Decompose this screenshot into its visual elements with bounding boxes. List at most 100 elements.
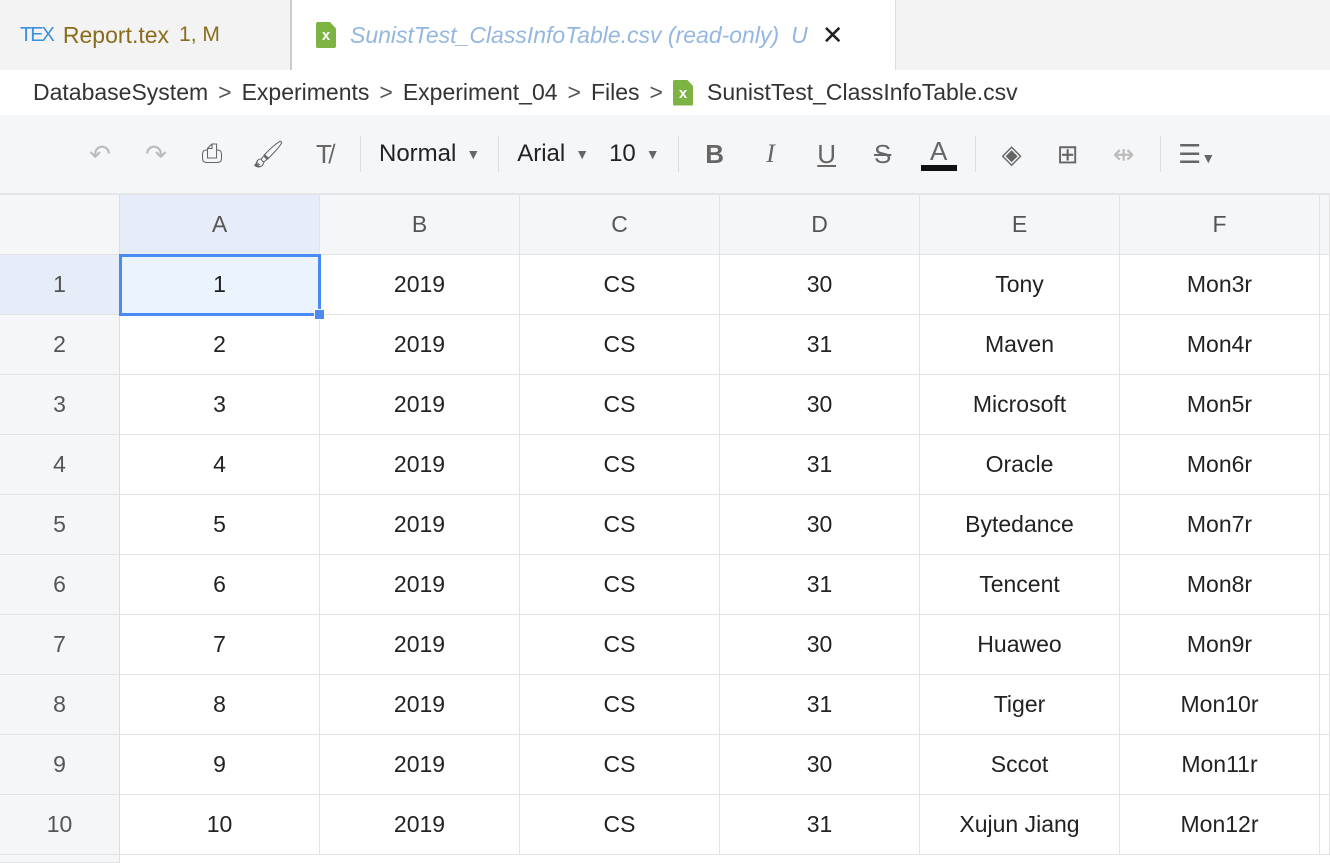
align-icon[interactable]: ☰▼ xyxy=(1169,139,1225,170)
cell[interactable]: 2019 xyxy=(320,315,520,375)
corner-cell[interactable] xyxy=(0,195,120,255)
row-header[interactable]: 1 xyxy=(0,255,120,315)
cell[interactable] xyxy=(1320,795,1330,855)
cell[interactable]: 2019 xyxy=(320,675,520,735)
cell[interactable]: 30 xyxy=(720,495,920,555)
cell[interactable]: CS xyxy=(520,795,720,855)
cell[interactable]: CS xyxy=(520,435,720,495)
underline-icon[interactable]: U xyxy=(799,139,855,170)
font-size-dropdown[interactable]: 10 ▼ xyxy=(599,140,670,168)
cell[interactable]: CS xyxy=(520,495,720,555)
breadcrumb-item[interactable]: Experiments xyxy=(242,79,370,106)
spreadsheet-grid[interactable]: A B C D E F 1 1 2019 CS 30 Tony Mon3r 2 2 2019 CS 31 Maven… xyxy=(0,195,1330,863)
column-header[interactable]: E xyxy=(920,195,1120,255)
cell[interactable]: 2019 xyxy=(320,795,520,855)
cell[interactable]: 6 xyxy=(120,555,320,615)
cell[interactable]: 2019 xyxy=(320,495,520,555)
cell[interactable]: 2019 xyxy=(320,255,520,315)
cell[interactable]: Maven xyxy=(920,315,1120,375)
tab-csv[interactable]: x SunistTest_ClassInfoTable.csv (read-on… xyxy=(292,0,896,70)
row-header[interactable]: 7 xyxy=(0,615,120,675)
breadcrumb-item[interactable]: SunistTest_ClassInfoTable.csv xyxy=(707,79,1018,106)
row-header[interactable]: 8 xyxy=(0,675,120,735)
cell[interactable]: Mon8r xyxy=(1120,555,1320,615)
cell[interactable]: 3 xyxy=(120,375,320,435)
cell[interactable]: 31 xyxy=(720,315,920,375)
bold-icon[interactable]: B xyxy=(687,139,743,170)
merge-cells-icon[interactable]: ⇹ xyxy=(1096,139,1152,170)
cell[interactable]: Tiger xyxy=(920,675,1120,735)
column-header[interactable]: F xyxy=(1120,195,1320,255)
cell[interactable]: 2019 xyxy=(320,375,520,435)
cell[interactable]: 2019 xyxy=(320,615,520,675)
cell[interactable] xyxy=(1320,495,1330,555)
row-header[interactable]: 5 xyxy=(0,495,120,555)
redo-icon[interactable]: ↷ xyxy=(128,139,184,170)
row-header[interactable]: 9 xyxy=(0,735,120,795)
cell[interactable]: CS xyxy=(520,375,720,435)
cell[interactable] xyxy=(1320,615,1330,675)
breadcrumb-item[interactable]: DatabaseSystem xyxy=(33,79,208,106)
strikethrough-icon[interactable]: S xyxy=(855,139,911,170)
cell[interactable]: 10 xyxy=(120,795,320,855)
cell[interactable]: 31 xyxy=(720,675,920,735)
fill-color-icon[interactable]: ◈ xyxy=(984,139,1040,170)
cell[interactable] xyxy=(1320,675,1330,735)
cell[interactable]: Tencent xyxy=(920,555,1120,615)
cell[interactable]: Mon10r xyxy=(1120,675,1320,735)
close-icon[interactable]: ✕ xyxy=(822,20,844,51)
cell[interactable] xyxy=(1320,315,1330,375)
cell[interactable]: CS xyxy=(520,315,720,375)
cell[interactable]: 2019 xyxy=(320,435,520,495)
cell[interactable]: 2 xyxy=(120,315,320,375)
format-painter-icon[interactable]: 🖌︎ xyxy=(240,139,296,170)
cell[interactable]: 1 xyxy=(119,254,325,320)
cell[interactable]: Bytedance xyxy=(920,495,1120,555)
style-dropdown[interactable]: Normal ▼ xyxy=(369,140,490,168)
cell[interactable]: Mon4r xyxy=(1120,315,1320,375)
cell[interactable]: Oracle xyxy=(920,435,1120,495)
cell[interactable]: 4 xyxy=(120,435,320,495)
column-header[interactable]: C xyxy=(520,195,720,255)
cell[interactable]: Mon5r xyxy=(1120,375,1320,435)
cell[interactable]: Mon3r xyxy=(1120,255,1320,315)
cell[interactable]: 30 xyxy=(720,375,920,435)
italic-icon[interactable]: I xyxy=(743,139,799,169)
cell[interactable]: 30 xyxy=(720,615,920,675)
tab-report-tex[interactable]: TEX Report.tex 1, M xyxy=(0,0,292,70)
cell[interactable]: Huaweo xyxy=(920,615,1120,675)
cell[interactable]: Microsoft xyxy=(920,375,1120,435)
cell[interactable]: CS xyxy=(520,675,720,735)
text-color-icon[interactable]: A xyxy=(920,137,957,171)
cell[interactable]: CS xyxy=(520,555,720,615)
cell[interactable]: 31 xyxy=(720,435,920,495)
cell[interactable]: Xujun Jiang xyxy=(920,795,1120,855)
column-header[interactable] xyxy=(1320,195,1330,255)
cell[interactable]: Mon12r xyxy=(1120,795,1320,855)
undo-icon[interactable]: ↶ xyxy=(72,139,128,170)
cell[interactable]: 30 xyxy=(720,255,920,315)
cell[interactable]: 2019 xyxy=(320,555,520,615)
cell[interactable]: Mon6r xyxy=(1120,435,1320,495)
cell[interactable]: Mon11r xyxy=(1120,735,1320,795)
cell[interactable]: 7 xyxy=(120,615,320,675)
row-header[interactable]: 4 xyxy=(0,435,120,495)
print-icon[interactable]: ⎙ xyxy=(184,138,240,170)
column-header[interactable]: A xyxy=(120,195,320,255)
cell[interactable]: 5 xyxy=(120,495,320,555)
cell[interactable] xyxy=(1320,555,1330,615)
row-header[interactable]: 6 xyxy=(0,555,120,615)
cell[interactable]: Mon9r xyxy=(1120,615,1320,675)
column-header[interactable]: B xyxy=(320,195,520,255)
cell[interactable]: Tony xyxy=(920,255,1120,315)
breadcrumb-item[interactable]: Files xyxy=(591,79,640,106)
row-header[interactable]: 10 xyxy=(0,795,120,855)
clear-format-icon[interactable]: T̸ xyxy=(296,139,352,170)
breadcrumb-item[interactable]: Experiment_04 xyxy=(403,79,558,106)
cell[interactable]: 2019 xyxy=(320,735,520,795)
row-header[interactable] xyxy=(0,855,120,863)
cell[interactable] xyxy=(1320,255,1330,315)
cell[interactable]: Mon7r xyxy=(1120,495,1320,555)
cell[interactable]: 31 xyxy=(720,795,920,855)
cell[interactable]: 8 xyxy=(120,675,320,735)
